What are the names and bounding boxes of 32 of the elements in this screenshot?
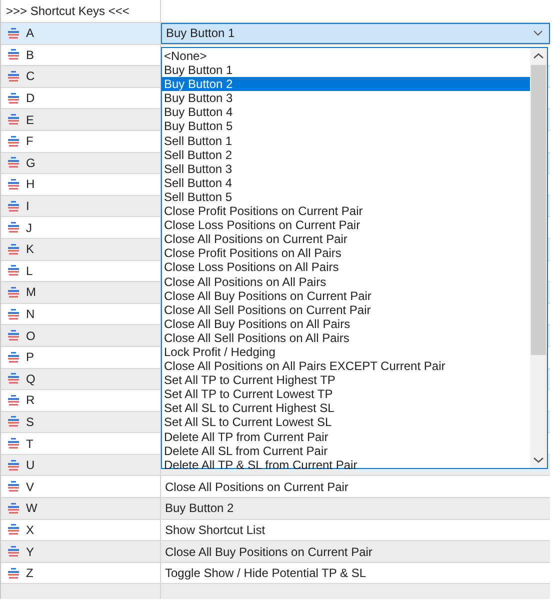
key-label: B	[26, 46, 34, 64]
key-label: I	[26, 198, 30, 216]
key-label: P	[26, 349, 34, 366]
key-label: L	[26, 262, 33, 280]
key-label: C	[26, 68, 35, 86]
action-text: Show Shortcut List	[164, 522, 266, 539]
key-label: E	[26, 112, 34, 129]
key-label: A	[26, 25, 34, 42]
key-label: Z	[26, 565, 34, 582]
key-label: V	[26, 478, 34, 496]
key-label: T	[26, 436, 34, 453]
action-text: Close All Buy Positions on Current Pair	[164, 544, 372, 561]
key-label: U	[26, 457, 35, 474]
key-label: S	[26, 414, 34, 431]
key-label: F	[26, 133, 34, 150]
key-label: W	[26, 500, 38, 518]
key-label: D	[26, 90, 35, 108]
key-label: R	[26, 392, 35, 410]
key-label: Y	[26, 544, 34, 561]
key-label: O	[26, 328, 36, 345]
key-label: J	[26, 220, 32, 237]
action-text: Buy Button 2	[164, 500, 234, 518]
action-text: Close All Positions on Current Pair	[164, 478, 348, 496]
key-label: G	[26, 154, 36, 172]
key-label: K	[26, 241, 34, 258]
key-label: N	[26, 306, 35, 324]
key-label: Q	[26, 370, 36, 388]
table-heading: >>> Shortcut Keys <<<	[6, 3, 130, 20]
key-label: M	[26, 284, 36, 302]
key-label: X	[26, 522, 34, 539]
key-label: H	[26, 176, 35, 194]
action-text: Toggle Show / Hide Potential TP & SL	[164, 565, 366, 582]
